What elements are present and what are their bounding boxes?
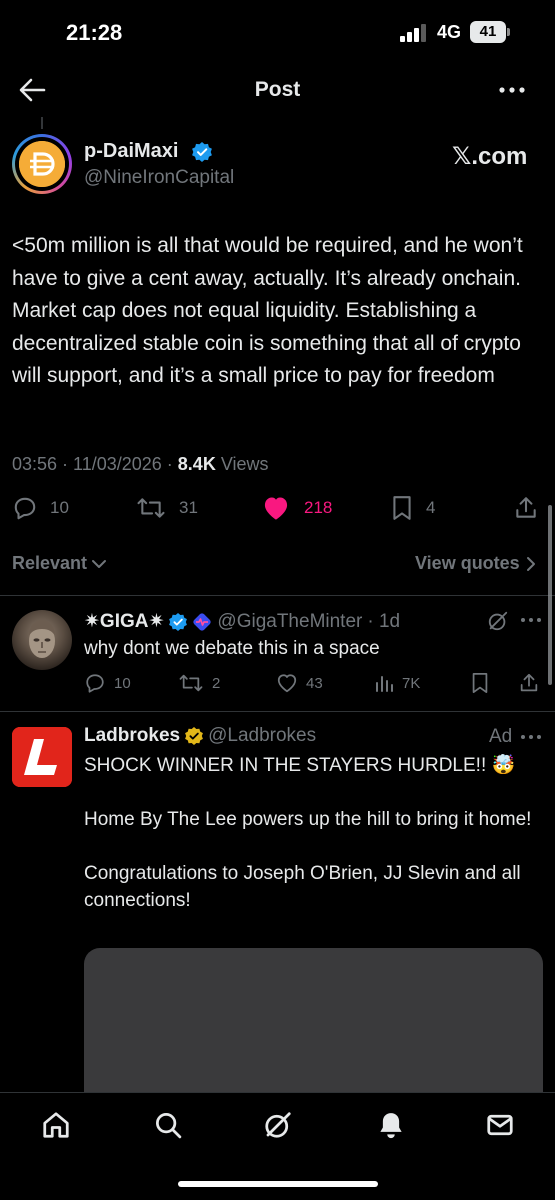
views-label: Views xyxy=(215,454,269,474)
reply-icon xyxy=(14,497,36,520)
views-icon xyxy=(376,676,393,692)
reply-reply-button[interactable]: 10 xyxy=(84,672,131,694)
verified-badge-icon xyxy=(169,612,188,631)
reply-author-name[interactable]: ✷GIGA✷ xyxy=(84,610,164,633)
ad-label: Ad xyxy=(489,726,513,747)
status-time: 21:28 xyxy=(66,20,123,45)
notifications-icon[interactable] xyxy=(376,1110,406,1140)
network-label: 4G xyxy=(437,22,462,42)
heart-icon xyxy=(277,674,297,693)
heart-filled-icon xyxy=(264,497,288,520)
reply-author-handle[interactable]: @GigaTheMinter xyxy=(217,611,362,633)
post-text: <50m million is all that would be requir… xyxy=(12,234,523,387)
reply-bookmark-button[interactable] xyxy=(470,672,490,694)
reply-header: ✷GIGA✷ @GigaTheMinter · 1d xyxy=(84,610,400,633)
grok-icon[interactable] xyxy=(487,610,509,632)
post-timestamp: 03:56 · 11/03/2026 · xyxy=(12,454,178,474)
bookmark-button[interactable]: 4 xyxy=(390,495,435,521)
reply-button[interactable]: 10 xyxy=(12,495,69,521)
ad-avatar[interactable] xyxy=(12,727,72,787)
author-handle[interactable]: @NineIronCapital xyxy=(84,167,234,189)
share-button[interactable] xyxy=(513,495,539,521)
signal-icon xyxy=(400,24,430,42)
repost-count: 31 xyxy=(179,498,198,517)
dai-logo-icon xyxy=(19,141,65,187)
home-icon[interactable] xyxy=(41,1110,71,1140)
face-mask-icon xyxy=(29,620,55,658)
battery-icon: 41 xyxy=(470,21,506,43)
more-options-button[interactable] xyxy=(498,80,526,100)
reply-count: 10 xyxy=(50,498,69,517)
scrollbar[interactable] xyxy=(548,505,552,685)
ad-more-button[interactable] xyxy=(520,729,542,745)
ladbrokes-logo-icon xyxy=(12,727,72,787)
ad-media[interactable] xyxy=(84,948,543,1098)
grok-icon[interactable] xyxy=(263,1110,293,1140)
battery-nub xyxy=(507,28,510,36)
repost-icon xyxy=(137,498,165,518)
ad-author-handle[interactable]: @Ladbrokes xyxy=(208,725,316,747)
reply-reply-count: 10 xyxy=(114,674,131,692)
reply-like-count: 43 xyxy=(306,674,323,692)
divider xyxy=(0,711,555,712)
ellipsis-icon xyxy=(521,735,541,739)
reply-share-button[interactable] xyxy=(518,672,540,694)
reply-views-count: 7K xyxy=(402,674,421,692)
ellipsis-icon xyxy=(521,618,541,622)
reply-icon xyxy=(86,674,104,693)
messages-icon[interactable] xyxy=(485,1110,515,1140)
bookmark-icon xyxy=(472,672,488,694)
source-label: 𝕏.com xyxy=(452,143,528,170)
sort-label: Relevant xyxy=(12,553,88,573)
ellipsis-icon xyxy=(499,87,525,93)
chevron-down-icon xyxy=(92,559,107,568)
views-count[interactable]: 8.4K xyxy=(178,454,216,474)
search-icon[interactable] xyxy=(153,1110,183,1140)
reply-repost-button[interactable]: 2 xyxy=(178,672,220,694)
chevron-right-icon xyxy=(526,556,535,571)
reply-avatar[interactable] xyxy=(12,610,72,670)
post-meta: 03:56 · 11/03/2026 · 8.4K Views xyxy=(12,454,269,475)
share-icon xyxy=(520,673,538,692)
divider xyxy=(0,595,555,596)
reply-like-button[interactable]: 43 xyxy=(276,672,323,694)
home-indicator[interactable] xyxy=(178,1181,378,1187)
repost-button[interactable]: 31 xyxy=(135,495,198,521)
like-count: 218 xyxy=(304,498,333,517)
view-quotes-link[interactable]: View quotes xyxy=(415,553,536,574)
author-name[interactable]: p-DaiMaxi xyxy=(84,140,178,163)
like-button[interactable]: 218 xyxy=(262,495,332,521)
share-icon xyxy=(516,497,536,518)
bookmark-count: 4 xyxy=(426,498,436,517)
reply-time: · 1d xyxy=(367,610,401,632)
reply-repost-count: 2 xyxy=(212,674,221,692)
ad-author-name[interactable]: Ladbrokes xyxy=(84,725,180,747)
verified-badge-icon xyxy=(192,142,212,162)
reply-more-button[interactable] xyxy=(520,612,542,628)
gold-verified-badge-icon xyxy=(185,727,204,745)
ad-text: SHOCK WINNER IN THE STAYERS HURDLE!! 🤯 H… xyxy=(84,752,544,914)
ad-header: Ladbrokes @Ladbrokes xyxy=(84,725,316,747)
bookmark-icon xyxy=(393,496,411,520)
affiliate-badge-icon xyxy=(193,612,212,631)
quotes-label: View quotes xyxy=(415,553,520,573)
sort-dropdown[interactable]: Relevant xyxy=(12,553,107,574)
reply-text: why dont we debate this in a space xyxy=(84,638,380,659)
repost-icon xyxy=(179,674,203,692)
ad-text-line3: Congratulations to Joseph O'Brien, JJ Sl… xyxy=(84,863,521,911)
thread-line xyxy=(41,117,43,129)
page-title: Post xyxy=(254,78,301,101)
ad-text-line2: Home By The Lee powers up the hill to br… xyxy=(84,809,532,830)
reply-views-button[interactable]: 7K xyxy=(374,672,420,694)
ad-text-line1: SHOCK WINNER IN THE STAYERS HURDLE!! 🤯 xyxy=(84,755,516,776)
